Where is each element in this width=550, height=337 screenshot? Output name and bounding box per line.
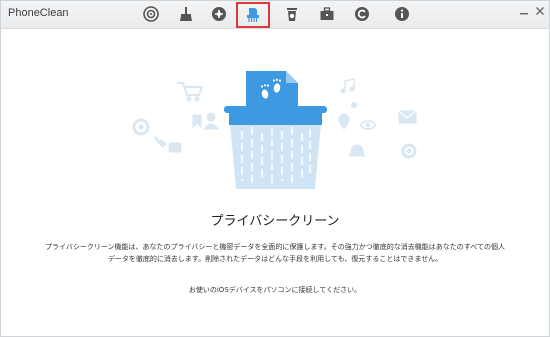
location-pin-icon [338,113,350,130]
toolbox-icon[interactable] [210,5,228,23]
shredder-tab[interactable] [236,2,270,28]
music-icon [340,78,355,94]
toolbar: PhoneClean [1,1,549,29]
gear-icon-left [132,118,150,136]
bookmark-icon [192,114,202,129]
close-icon[interactable] [535,6,545,16]
shredder-icon [247,8,259,22]
minimize-icon[interactable] [519,6,529,16]
gear-icon-right [401,143,417,159]
shredder-illustration [132,71,417,189]
chat-icon [168,142,182,153]
dot-icon [351,102,357,108]
history-icon[interactable] [353,5,371,23]
eye-icon [360,120,376,130]
description-line-2: データを徹底的に消去します。削除されたデータはどんな手段を利用しても、復元するこ… [107,255,443,263]
quick-clean-icon[interactable] [142,5,160,23]
shredder-slot [224,106,327,113]
phone-icon [154,136,167,148]
page-heading: プライバシークリーン [210,214,340,229]
info-icon[interactable] [393,5,411,23]
description-line-1: プライバシークリーン機能は、あなたのプライバシーと機密データを全面的に保護します… [45,243,505,251]
description-text: プライバシークリーン機能は、あなたのプライバシーと機密データを全面的に保護します… [1,241,549,265]
briefcase-icon[interactable] [318,5,336,23]
broom-icon[interactable] [177,5,195,23]
trash-bin-icon[interactable] [283,5,301,23]
shopping-cart-icon [177,82,204,102]
app-title: PhoneClean [8,7,69,19]
email-icon [398,110,417,124]
person-icon [203,112,219,130]
bell-icon [348,144,366,157]
app-window: PhoneClean プライバシークリーン プライバシークリーン機能は、あなたの… [0,0,550,337]
connect-device-note: お使いのiOSデバイスをパソコンに接続してください。 [188,286,362,294]
